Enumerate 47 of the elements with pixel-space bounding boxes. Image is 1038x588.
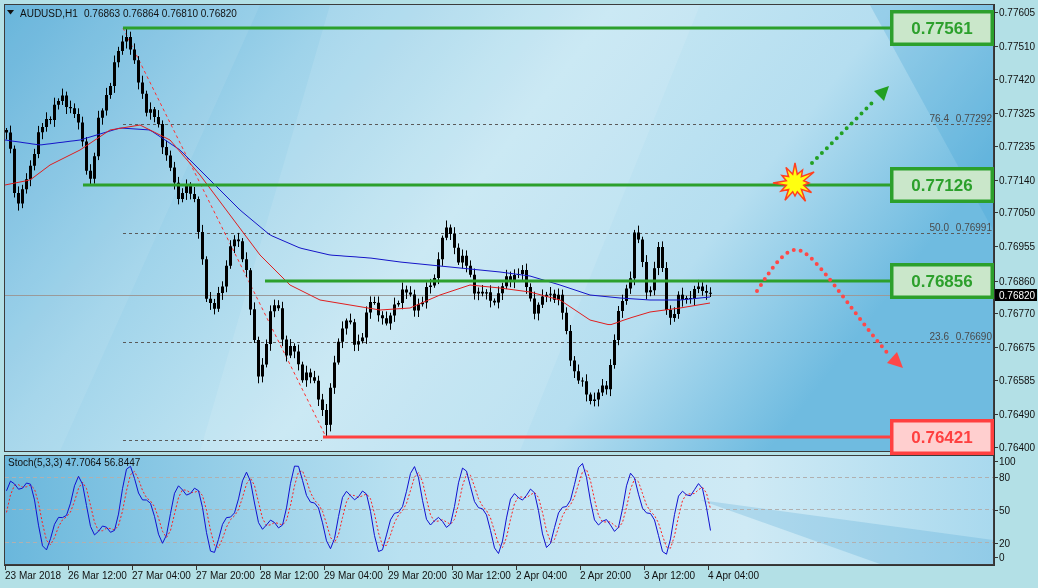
time-axis-label: 2 Apr 04:00 xyxy=(516,570,568,581)
fibonacci-ratio-label: 76.4 xyxy=(929,113,949,124)
price-axis-label: 0.76955 xyxy=(999,240,1036,252)
price-axis-label: 0.77235 xyxy=(999,140,1036,152)
fibonacci-price-label: 0.77292 xyxy=(955,113,992,124)
time-axis-label: 2 Apr 20:00 xyxy=(580,570,632,581)
price-axis-label: 0.76860 xyxy=(999,275,1036,287)
price-axis-label: 0.76675 xyxy=(999,341,1036,353)
chart-quotes: 0.76863 0.76864 0.76810 0.76820 xyxy=(84,7,237,19)
time-axis-label: 3 Apr 12:00 xyxy=(644,570,696,581)
price-axis-label: 0.76585 xyxy=(999,374,1036,386)
time-axis-label: 27 Mar 04:00 xyxy=(132,570,191,581)
price-axis-label: 0.77050 xyxy=(999,206,1036,218)
indicator-axis-label: 20 xyxy=(999,537,1011,549)
time-axis-label: 30 Mar 12:00 xyxy=(452,570,511,581)
time-axis-label: 4 Apr 04:00 xyxy=(708,570,760,581)
caret-down-icon[interactable] xyxy=(7,10,14,15)
price-axis-label: 0.76490 xyxy=(999,408,1036,420)
price-axis-label: 0.77510 xyxy=(999,40,1036,52)
indicator-axis-label: 0 xyxy=(999,551,1005,563)
price-level-label: 0.76856 xyxy=(890,263,994,299)
explosion-icon xyxy=(772,162,815,202)
price-level-label: 0.76421 xyxy=(890,419,994,455)
fibonacci-ratio-label: 23.6 xyxy=(929,331,949,342)
fibonacci-price-label: 0.76690 xyxy=(955,331,992,342)
price-axis-label: 0.77420 xyxy=(999,73,1036,85)
indicator-title: Stoch(5,3,3) 47.7064 56.8447 xyxy=(8,457,141,468)
current-price-label: 0.76820 xyxy=(995,289,1037,301)
price-level-label: 0.77561 xyxy=(890,10,994,46)
indicator-axis-label: 50 xyxy=(999,504,1011,516)
indicator-axis-label: 80 xyxy=(999,471,1011,483)
price-axis-label: 0.77605 xyxy=(999,6,1036,18)
price-level-label: 0.77126 xyxy=(890,167,994,203)
time-axis-label: 29 Mar 20:00 xyxy=(388,570,447,581)
time-axis-label: 28 Mar 12:00 xyxy=(260,570,319,581)
time-axis-label: 23 Mar 2018 xyxy=(5,570,62,581)
price-axis-label: 0.76770 xyxy=(999,307,1036,319)
price-axis-label: 0.77325 xyxy=(999,107,1036,119)
indicator-axis-label: 100 xyxy=(999,455,1016,467)
fibonacci-ratio-label: 50.0 xyxy=(929,222,949,233)
time-axis-label: 27 Mar 20:00 xyxy=(196,570,255,581)
price-axis-label: 0.77140 xyxy=(999,174,1036,186)
time-axis-label: 26 Mar 12:00 xyxy=(68,570,127,581)
price-axis-label: 0.76400 xyxy=(999,441,1036,453)
chart-symbol: AUDUSD,H1 xyxy=(20,7,78,19)
fibonacci-price-label: 0.76991 xyxy=(955,222,992,233)
time-axis-label: 29 Mar 04:00 xyxy=(324,570,383,581)
